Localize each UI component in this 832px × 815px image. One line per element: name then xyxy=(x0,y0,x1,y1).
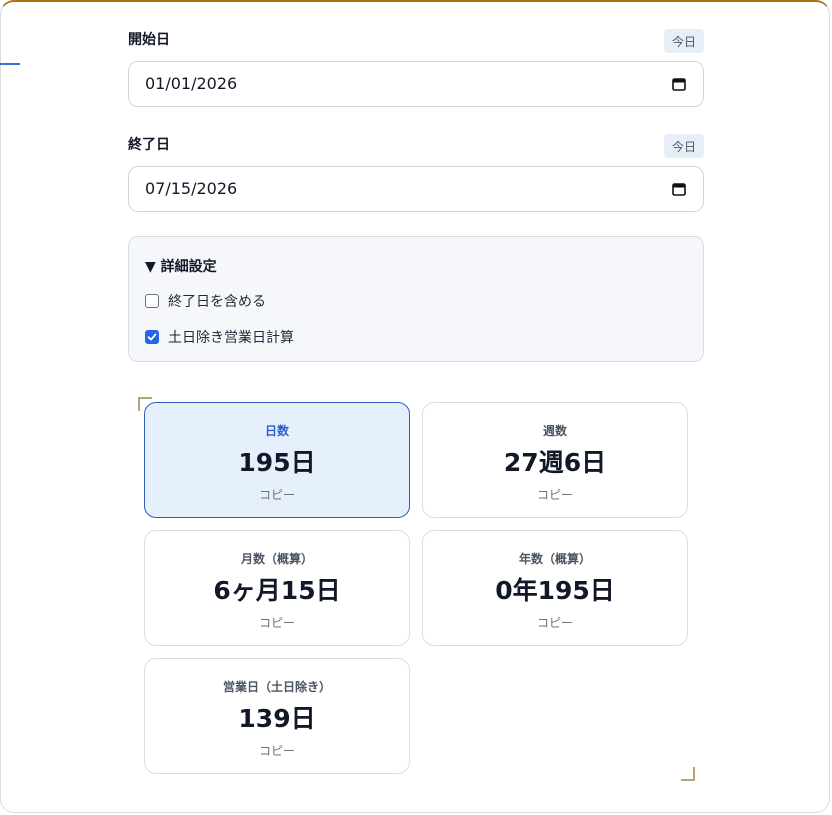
result-label: 日数 xyxy=(264,424,289,438)
calendar-icon[interactable] xyxy=(672,182,686,196)
checkmark-icon xyxy=(147,333,157,341)
calendar-icon[interactable] xyxy=(672,77,686,91)
business-days-label[interactable]: 土日除き営業日計算 xyxy=(168,327,294,347)
business-days-checkbox[interactable] xyxy=(145,330,159,344)
copy-button[interactable]: コピー xyxy=(145,742,409,759)
result-card-years[interactable]: 年数（概算） 0年195日 コピー xyxy=(422,530,688,646)
app-panel xyxy=(0,0,830,813)
end-date-value: 07/15/2026 xyxy=(145,179,238,198)
include-end-label[interactable]: 終了日を含める xyxy=(168,291,266,311)
result-card-business-days[interactable]: 営業日（土日除き） 139日 コピー xyxy=(144,658,410,774)
start-date-input[interactable]: 01/01/2026 xyxy=(128,61,704,107)
copy-button[interactable]: コピー xyxy=(145,486,409,503)
active-indicator xyxy=(0,63,20,65)
result-card-months[interactable]: 月数（概算） 6ヶ月15日 コピー xyxy=(144,530,410,646)
end-date-input[interactable]: 07/15/2026 xyxy=(128,166,704,212)
copy-button[interactable]: コピー xyxy=(423,614,687,631)
result-label: 週数 xyxy=(542,424,567,438)
result-value: 139日 xyxy=(238,704,316,733)
results-corner-marker xyxy=(681,767,695,781)
include-end-option[interactable]: 終了日を含める xyxy=(145,291,266,311)
result-card-weeks[interactable]: 週数 27週6日 コピー xyxy=(422,402,688,518)
start-date-label: 開始日 xyxy=(128,32,170,48)
result-label: 営業日（土日除き） xyxy=(222,680,331,694)
result-value: 6ヶ月15日 xyxy=(213,576,341,605)
advanced-settings: ▼ 詳細設定 終了日を含める 土日除き営業日計算 xyxy=(128,236,704,362)
start-date-field: 開始日 今日 01/01/2026 xyxy=(128,29,704,109)
result-label: 月数（概算） xyxy=(240,552,313,566)
start-date-value: 01/01/2026 xyxy=(145,74,238,93)
business-days-option[interactable]: 土日除き営業日計算 xyxy=(145,327,294,347)
result-label: 年数（概算） xyxy=(518,552,591,566)
result-value: 0年195日 xyxy=(495,576,615,605)
start-today-button[interactable]: 今日 xyxy=(664,29,704,53)
result-value: 195日 xyxy=(238,448,316,477)
end-date-field: 終了日 今日 07/15/2026 xyxy=(128,134,704,214)
copy-button[interactable]: コピー xyxy=(423,486,687,503)
copy-button[interactable]: コピー xyxy=(145,614,409,631)
end-today-button[interactable]: 今日 xyxy=(664,134,704,158)
result-card-days[interactable]: 日数 195日 コピー xyxy=(144,402,410,518)
result-value: 27週6日 xyxy=(503,448,607,477)
include-end-checkbox[interactable] xyxy=(145,294,159,308)
advanced-settings-toggle[interactable]: ▼ 詳細設定 xyxy=(145,256,217,276)
end-date-label: 終了日 xyxy=(128,137,170,153)
